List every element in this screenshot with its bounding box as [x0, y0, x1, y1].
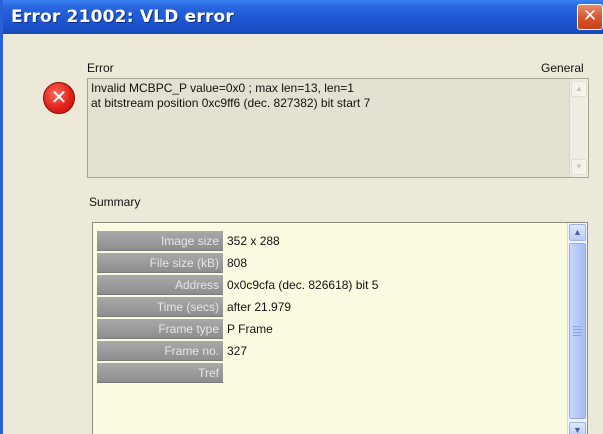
table-row: Address 0x0c9cfa (dec. 826618) bit 5	[97, 274, 567, 296]
error-scrollbar: ▲ ▼	[569, 79, 588, 177]
close-button[interactable]: ✕	[577, 4, 603, 30]
summary-value: P Frame	[227, 322, 273, 336]
grip-line	[573, 329, 582, 330]
grip-line	[573, 332, 582, 333]
summary-key: Frame type	[97, 319, 223, 339]
chevron-down-icon: ▼	[573, 425, 582, 434]
grip-line	[573, 335, 582, 336]
error-dialog: Error 21002: VLD error ✕ ✕ Error General…	[0, 0, 603, 434]
dialog-title: Error 21002: VLD error	[11, 7, 235, 27]
general-label: General	[541, 61, 584, 75]
grip-line	[573, 326, 582, 327]
summary-key: Time (secs)	[97, 297, 223, 317]
summary-value: 0x0c9cfa (dec. 826618) bit 5	[227, 278, 379, 292]
table-row: File size (kB) 808	[97, 252, 567, 274]
table-row: Tref	[97, 362, 567, 384]
table-row: Frame type P Frame	[97, 318, 567, 340]
error-message-box[interactable]: Invalid MCBPC_P value=0x0 ; max len=13, …	[87, 78, 589, 178]
summary-key: Image size	[97, 231, 223, 251]
title-bar[interactable]: Error 21002: VLD error ✕	[3, 0, 603, 34]
summary-key: Frame no.	[97, 341, 223, 361]
scroll-up-button[interactable]: ▲	[569, 224, 586, 241]
scroll-up-icon: ▲	[571, 81, 587, 97]
summary-key: File size (kB)	[97, 253, 223, 273]
scroll-down-button[interactable]: ▼	[569, 422, 586, 434]
summary-value: 352 x 288	[227, 234, 280, 248]
scroll-thumb[interactable]	[569, 243, 586, 419]
summary-key: Tref	[97, 363, 223, 383]
summary-value: 327	[227, 344, 248, 358]
error-message-text: Invalid MCBPC_P value=0x0 ; max len=13, …	[91, 81, 561, 111]
table-row: Time (secs) after 21.979	[97, 296, 567, 318]
error-label: Error	[87, 61, 114, 75]
error-line-1: Invalid MCBPC_P value=0x0 ; max len=13, …	[91, 81, 354, 95]
summary-value: 808	[227, 256, 248, 270]
error-x-icon: ✕	[43, 82, 75, 114]
table-row: Image size 352 x 288	[97, 230, 567, 252]
summary-table[interactable]: Image size 352 x 288 File size (kB) 808 …	[92, 222, 588, 434]
summary-scrollbar[interactable]: ▲ ▼	[567, 223, 587, 434]
chevron-up-icon: ▲	[573, 227, 582, 237]
close-icon: ✕	[582, 6, 598, 26]
summary-label: Summary	[89, 195, 141, 209]
dialog-body: ✕ Error General Invalid MCBPC_P value=0x…	[3, 34, 603, 434]
table-row: Frame no. 327	[97, 340, 567, 362]
scroll-down-icon: ▼	[571, 159, 587, 175]
summary-value: after 21.979	[227, 300, 292, 314]
error-line-2: at bitstream position 0xc9ff6 (dec. 8273…	[91, 96, 371, 110]
summary-key: Address	[97, 275, 223, 295]
